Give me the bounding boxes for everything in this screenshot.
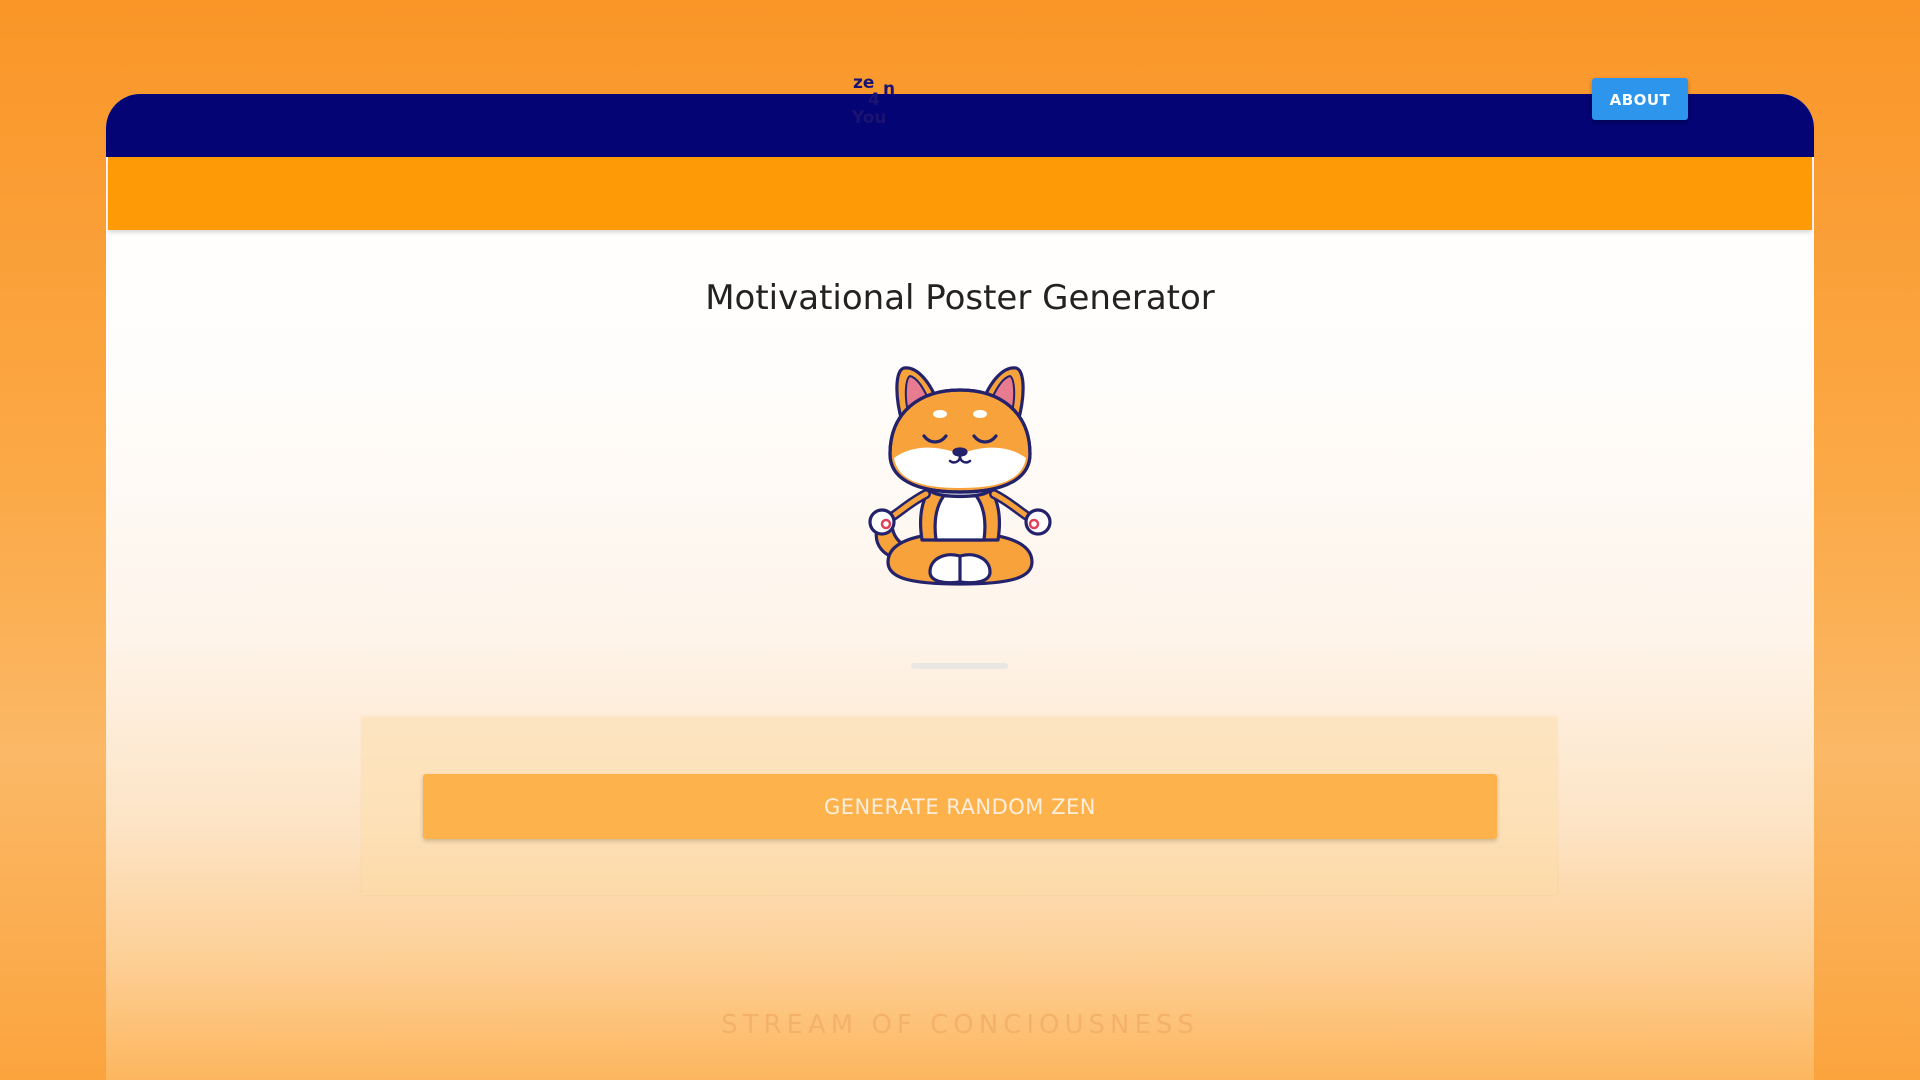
about-button[interactable]: ABOUT [1592,78,1688,120]
stream-of-consciousness-heading: STREAM OF CONCIOUSNESS [721,1010,1199,1040]
meditating-dog-icon [868,366,1052,586]
generate-random-zen-button[interactable]: GENERATE RANDOM ZEN [423,774,1497,839]
loading-bar [911,663,1008,669]
logo-text-4: 4 [868,90,880,110]
logo-text-you: You [852,108,887,126]
logo-text-n: n [883,79,895,99]
browser-top-bar [106,94,1814,157]
zen4you-logo-icon[interactable]: ze n 4 You [852,72,902,126]
page-title: Motivational Poster Generator [705,278,1215,318]
app-navbar [108,157,1812,230]
